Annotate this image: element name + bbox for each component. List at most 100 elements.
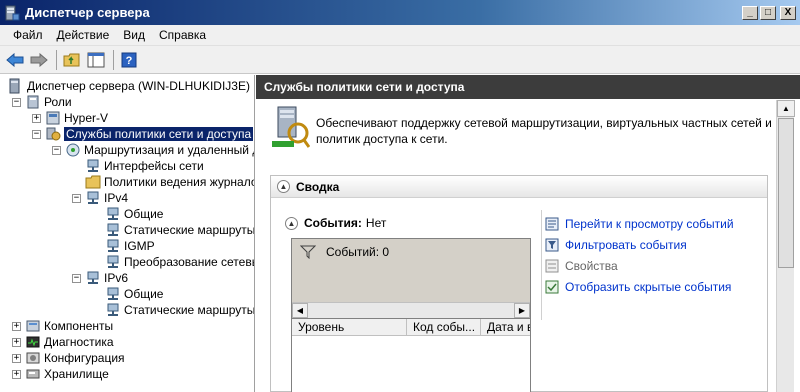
- network-interface-icon: [87, 271, 99, 284]
- expand-toggle[interactable]: +: [12, 321, 21, 331]
- title-bar: Диспетчер сервера _ □ X: [0, 0, 800, 25]
- tree-item-ipv4[interactable]: − IPv4: [72, 190, 128, 206]
- help-button[interactable]: ?: [118, 49, 140, 71]
- collapse-toggle[interactable]: −: [32, 129, 41, 139]
- filter-count: Событий: 0: [326, 245, 390, 259]
- tree-item-diagnostics[interactable]: + Диагностика: [12, 334, 114, 350]
- toolbar-separator: [113, 49, 114, 70]
- tree-item-logging[interactable]: Политики ведения журналов: [85, 174, 254, 190]
- column-event-code[interactable]: Код собы...: [407, 319, 481, 335]
- menu-file[interactable]: Файл: [6, 28, 50, 42]
- pane-title: Службы политики сети и доступа: [256, 75, 800, 99]
- event-filter-box: Событий: 0 ◀ ▶: [291, 238, 531, 319]
- npas-icon: [46, 127, 61, 141]
- up-folder-icon: [63, 53, 80, 66]
- network-interface-icon: [107, 223, 119, 236]
- diagnostics-icon: [26, 336, 40, 348]
- toolbar: ?: [0, 46, 800, 74]
- tree-item-ipv6-static-routes[interactable]: Статические маршруты: [105, 302, 254, 318]
- network-interface-icon: [107, 207, 119, 220]
- network-interface-icon: [107, 255, 119, 268]
- tree-item-npas[interactable]: − Службы политики сети и доступа: [32, 126, 254, 142]
- events-row: ▲ События: Нет: [285, 216, 386, 230]
- collapse-toggle[interactable]: −: [12, 97, 21, 107]
- collapse-toggle[interactable]: −: [72, 273, 81, 283]
- expand-toggle[interactable]: +: [12, 353, 21, 363]
- tree-item-storage[interactable]: + Хранилище: [12, 366, 109, 382]
- expand-toggle[interactable]: +: [12, 337, 21, 347]
- configuration-icon: [26, 352, 40, 364]
- menu-bar: Файл Действие Вид Справка: [0, 25, 800, 46]
- forward-button[interactable]: [28, 49, 50, 71]
- collapse-icon[interactable]: ▲: [277, 180, 290, 193]
- expand-toggle[interactable]: +: [12, 369, 21, 379]
- help-icon: ?: [121, 52, 137, 67]
- events-label: События:: [304, 216, 362, 230]
- scroll-thumb[interactable]: [778, 118, 794, 268]
- action-view-events[interactable]: Перейти к просмотру событий: [545, 213, 765, 234]
- window-title: Диспетчер сервера: [25, 5, 150, 20]
- properties-icon: [545, 259, 559, 272]
- action-show-hidden-events[interactable]: Отобразить скрытые события: [545, 276, 765, 297]
- tree-item-ipv4-general[interactable]: Общие: [105, 206, 163, 222]
- maximize-button[interactable]: □: [760, 5, 776, 20]
- tree-item-ipv6-general[interactable]: Общие: [105, 286, 163, 302]
- vertical-scrollbar[interactable]: ▲: [776, 100, 795, 392]
- tree-item-interfaces[interactable]: Интерфейсы сети: [85, 158, 204, 174]
- summary-section: ▲ Сводка ▲ События: Нет Событий: 0 ◀ ▶ У…: [270, 175, 768, 392]
- tree-item-components[interactable]: + Компоненты: [12, 318, 113, 334]
- tree-item-igmp[interactable]: IGMP: [105, 238, 155, 254]
- up-level-button[interactable]: [61, 49, 83, 71]
- navigation-tree: Диспетчер сервера (WIN-DLHUKIDIJ3E) − Ро…: [0, 75, 255, 392]
- tree-item-roles[interactable]: − Роли: [12, 94, 72, 110]
- scroll-left-button[interactable]: ◀: [292, 303, 308, 318]
- expand-toggle[interactable]: +: [32, 113, 41, 123]
- show-hidden-icon: [545, 280, 559, 293]
- role-description: Обеспечивают поддержку сетевой маршрутиз…: [316, 116, 772, 146]
- hyperv-icon: [46, 111, 60, 125]
- collapse-toggle[interactable]: −: [72, 193, 81, 203]
- svg-text:?: ?: [126, 55, 133, 67]
- events-value: Нет: [365, 216, 387, 230]
- back-button[interactable]: [4, 49, 26, 71]
- menu-help[interactable]: Справка: [152, 28, 213, 42]
- collapse-toggle[interactable]: −: [52, 145, 61, 155]
- column-date[interactable]: Дата и в: [481, 319, 530, 335]
- horizontal-scrollbar[interactable]: ◀ ▶: [292, 302, 530, 318]
- network-interface-icon: [107, 239, 119, 252]
- close-button[interactable]: X: [780, 5, 796, 20]
- network-interface-icon: [87, 159, 99, 172]
- menu-action[interactable]: Действие: [50, 28, 117, 42]
- summary-header[interactable]: ▲ Сводка: [271, 176, 767, 198]
- filter-events-icon: [545, 238, 559, 251]
- filter-icon: [300, 245, 316, 259]
- actions-list: Перейти к просмотру событий Фильтровать …: [545, 213, 765, 297]
- minimize-button[interactable]: _: [742, 5, 758, 20]
- scroll-track[interactable]: [308, 303, 514, 318]
- actions-divider: [541, 210, 542, 320]
- scroll-up-button[interactable]: ▲: [777, 100, 795, 117]
- tree-item-routing[interactable]: − Маршрутизация и удаленный до: [52, 142, 254, 158]
- tree-item-configuration[interactable]: + Конфигурация: [12, 350, 125, 366]
- tree-item-ipv4-static-routes[interactable]: Статические маршруты: [105, 222, 254, 238]
- toolbar-separator: [56, 49, 57, 70]
- network-interface-icon: [87, 191, 99, 204]
- tree-item-root[interactable]: Диспетчер сервера (WIN-DLHUKIDIJ3E): [8, 78, 250, 94]
- back-arrow-icon: [6, 52, 24, 67]
- forward-arrow-icon: [30, 52, 48, 67]
- column-level[interactable]: Уровень: [292, 319, 407, 335]
- scroll-right-button[interactable]: ▶: [514, 303, 530, 318]
- action-filter-events[interactable]: Фильтровать события: [545, 234, 765, 255]
- tree-item-ipv6[interactable]: − IPv6: [72, 270, 128, 286]
- roles-icon: [27, 95, 39, 109]
- storage-icon: [26, 369, 40, 379]
- tree-item-hyperv[interactable]: + Hyper-V: [32, 110, 108, 126]
- components-icon: [26, 320, 40, 332]
- collapse-icon[interactable]: ▲: [285, 216, 298, 230]
- action-properties[interactable]: Свойства: [545, 255, 765, 276]
- tree-item-nat[interactable]: Преобразование сетевых: [105, 254, 254, 270]
- menu-view[interactable]: Вид: [116, 28, 152, 42]
- folder-icon: [85, 175, 101, 189]
- grid-header: Уровень Код собы... Дата и в: [292, 319, 530, 336]
- show-hide-tree-button[interactable]: [85, 49, 107, 71]
